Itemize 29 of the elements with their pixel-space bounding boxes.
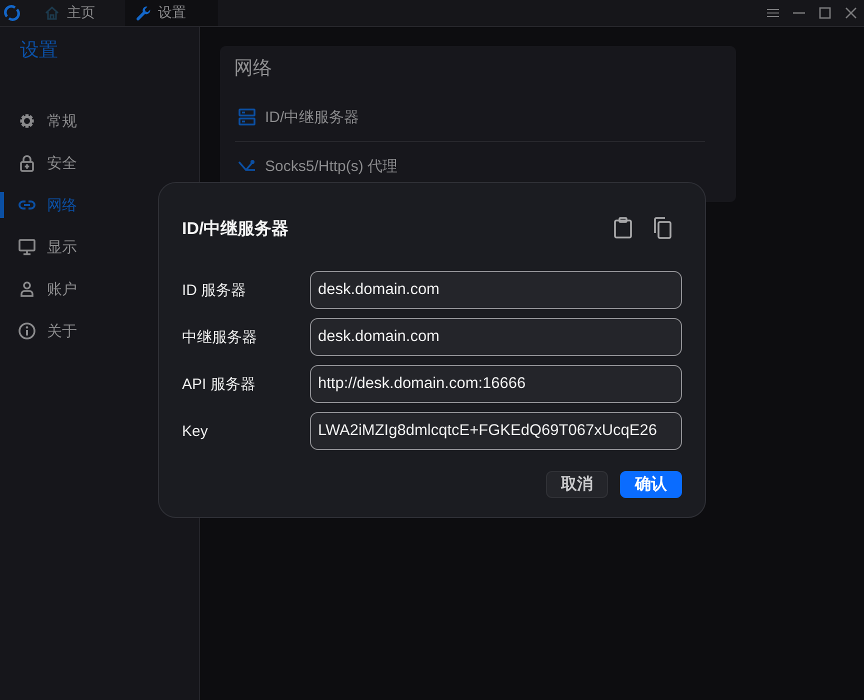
selection-indicator bbox=[0, 192, 4, 218]
field-label: ID 服务器 bbox=[182, 280, 248, 300]
gear-icon bbox=[18, 112, 36, 130]
settings-item[interactable]: Socks5/Http(s) 代理 bbox=[234, 146, 705, 186]
sidebar-item[interactable]: 安全 bbox=[0, 142, 199, 184]
input-field[interactable]: desk.domain.com bbox=[310, 271, 682, 309]
sidebar-title: 设置 bbox=[20, 40, 59, 62]
cancel-button[interactable]: 取消 bbox=[546, 471, 608, 498]
field-label: 中继服务器 bbox=[182, 328, 258, 346]
settings-item[interactable]: ID/中继服务器 bbox=[234, 97, 705, 137]
dialog-title: ID/中继服务器 bbox=[182, 218, 290, 240]
lock-icon bbox=[18, 154, 36, 172]
info-icon bbox=[18, 322, 36, 340]
input-field[interactable]: LWA2iMZIg8dmlcqtcE+FGKEdQ69T067xUcqE26 bbox=[310, 412, 682, 450]
home-icon bbox=[44, 5, 60, 21]
monitor-icon bbox=[18, 238, 36, 256]
ring-logo-icon bbox=[4, 5, 20, 21]
input-field[interactable]: http://desk.domain.com:16666 bbox=[310, 365, 682, 403]
field-label: Key bbox=[182, 422, 209, 440]
tab[interactable]: 设置 bbox=[125, 0, 218, 26]
field-label: API 服务器 bbox=[182, 374, 256, 394]
tab[interactable]: 主页 bbox=[30, 0, 125, 26]
server-icon bbox=[238, 108, 256, 126]
input-field[interactable]: desk.domain.com bbox=[310, 318, 682, 356]
card-title: 网络 bbox=[234, 58, 273, 80]
wrench-icon bbox=[135, 5, 151, 21]
sidebar-item[interactable]: 常规 bbox=[0, 100, 199, 142]
confirm-button[interactable]: 确认 bbox=[620, 471, 682, 498]
person-icon bbox=[18, 280, 36, 298]
